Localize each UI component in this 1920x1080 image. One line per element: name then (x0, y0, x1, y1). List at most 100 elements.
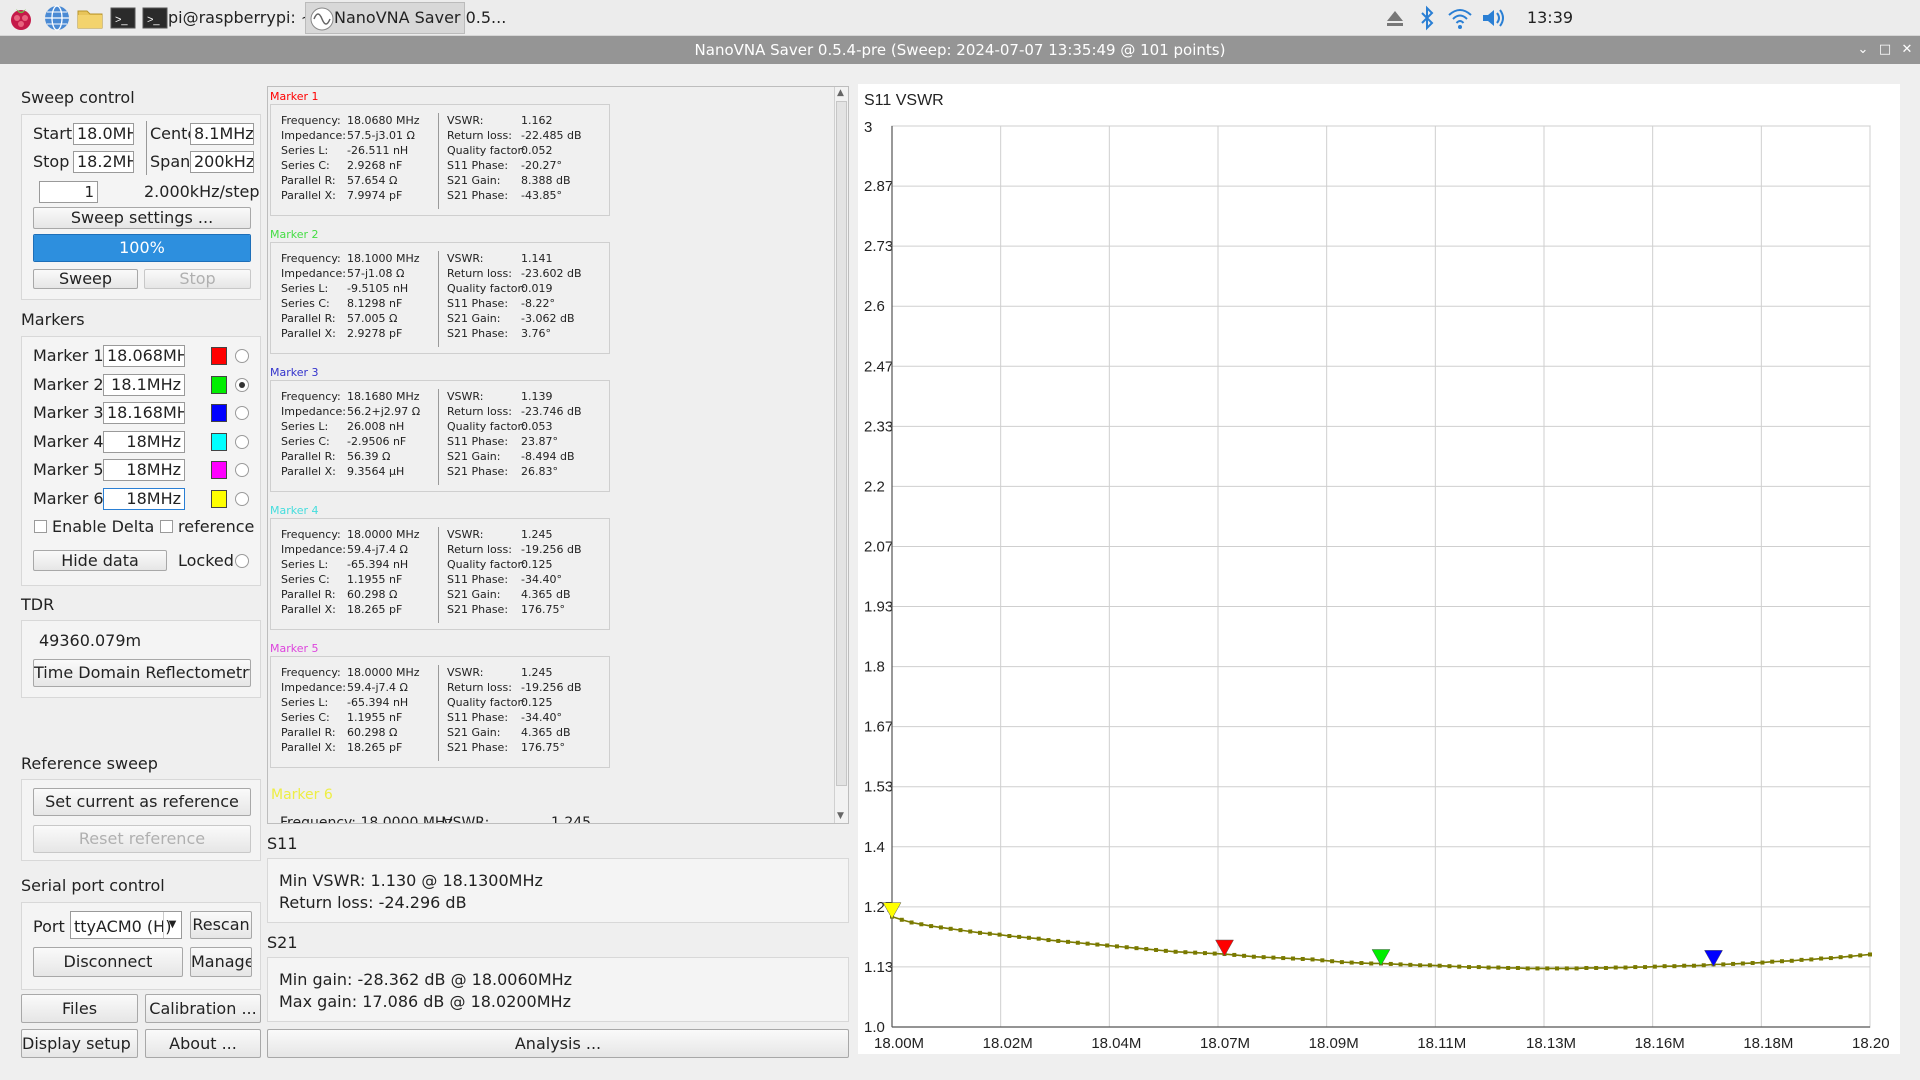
browser-icon[interactable] (42, 3, 72, 33)
scrollbar-thumb[interactable] (836, 101, 847, 786)
marker-field-value: 3.76° (521, 327, 551, 340)
minimize-icon[interactable]: ⌄ (1852, 36, 1874, 64)
scroll-down-icon[interactable]: ▼ (837, 811, 844, 821)
close-icon[interactable]: ✕ (1896, 36, 1918, 64)
marker-frequency-input[interactable]: 18MHz (103, 430, 185, 453)
marker-frequency-input[interactable]: 18.068MHz (103, 345, 185, 367)
marker-field-label: S21 Gain: (447, 450, 501, 463)
marker-field-value: 57.654 Ω (347, 174, 398, 187)
bluetooth-icon[interactable] (1412, 3, 1442, 33)
marker-frequency-input[interactable]: 18MHz (103, 459, 185, 481)
marker-select-radio[interactable] (235, 349, 249, 363)
volume-icon[interactable] (1478, 3, 1508, 33)
data-point (1545, 966, 1550, 971)
marker-field-label: Quality factor: (447, 558, 526, 571)
terminal-task-icon[interactable]: >_ (140, 3, 170, 33)
marker-color-swatch[interactable] (211, 432, 227, 451)
marker-field-label: S11 Phase: (447, 297, 509, 310)
data-point (938, 925, 943, 930)
marker-field-label: Frequency: (281, 390, 341, 403)
x-tick-label: 18.00M (874, 1035, 924, 1052)
wifi-icon[interactable] (1445, 3, 1475, 33)
marker-frequency-input[interactable]: 18.1MHz (103, 373, 185, 396)
calibration-button[interactable]: Calibration ... (145, 994, 261, 1023)
maximize-icon[interactable]: □ (1874, 36, 1896, 64)
hide-data-button[interactable]: Hide data (33, 550, 167, 571)
span-input[interactable]: 200kHz (190, 151, 254, 173)
tdr-group: 49360.079m Time Domain Reflectometry ... (21, 620, 261, 698)
s11-vswr-chart[interactable]: S11 VSWR 3 2.87 2.73 2.6 2.47 2.33 2.2 2.07 1.93… (858, 84, 1900, 1054)
marker-color-swatch[interactable] (211, 375, 227, 394)
window-titlebar[interactable]: NanoVNA Saver 0.5.4-pre (Sweep: 2024-07-… (0, 36, 1920, 64)
tdr-button[interactable]: Time Domain Reflectometry ... (33, 659, 251, 687)
data-point (1154, 947, 1159, 952)
display-setup-button[interactable]: Display setup ... (21, 1029, 138, 1058)
marker-select-radio[interactable] (235, 463, 249, 477)
about-button[interactable]: About ... (145, 1029, 261, 1058)
disconnect-button[interactable]: Disconnect (33, 947, 183, 977)
marker-field-label: S21 Gain: (447, 174, 501, 187)
data-point (1672, 964, 1677, 969)
data-point (1750, 961, 1755, 966)
y-tick-label: 2.33 (864, 418, 893, 435)
reset-reference-button[interactable]: Reset reference (33, 825, 251, 853)
y-tick-label: 1.0 (864, 1019, 885, 1036)
marker-frequency-input[interactable]: 18MHz (103, 487, 185, 510)
start-input[interactable]: 18.0MH (73, 123, 134, 145)
marker-field-value: 4.365 dB (521, 588, 571, 601)
data-point (1789, 958, 1794, 963)
locked-radio[interactable] (235, 554, 249, 568)
marker-field-value: -19.256 dB (521, 543, 582, 556)
enable-delta-checkbox[interactable] (34, 520, 47, 533)
scrollbar[interactable]: ▲ ▼ (834, 87, 848, 823)
marker-field-value: -26.511 nH (347, 144, 409, 157)
marker-select-radio[interactable] (235, 377, 249, 392)
file-manager-icon[interactable] (75, 3, 105, 33)
marker-select-radio[interactable] (235, 434, 249, 449)
marker-field-value: -34.40° (521, 711, 562, 724)
sweep-settings-button[interactable]: Sweep settings ... (33, 207, 251, 229)
marker-field-value: 1.141 (521, 252, 553, 265)
reference-checkbox[interactable] (160, 520, 173, 533)
terminal-icon[interactable]: >_ (108, 3, 138, 33)
eject-icon[interactable] (1380, 3, 1410, 33)
stop-button[interactable]: Stop (144, 269, 251, 289)
y-tick-label: 1.93 (864, 599, 893, 616)
sweep-button[interactable]: Sweep (33, 269, 138, 289)
taskbar-task-terminal[interactable]: pi@raspberrypi: ~/na... (168, 3, 355, 33)
files-button[interactable]: Files (21, 994, 138, 1023)
marker-select-radio[interactable] (235, 491, 249, 506)
data-point (1320, 958, 1325, 963)
taskbar-task-nanovna[interactable]: NanoVNA Saver 0.5... (305, 2, 506, 34)
marker-field-value: 2.9268 nF (347, 159, 403, 172)
segments-input[interactable]: 1 (39, 181, 98, 203)
scroll-up-icon[interactable]: ▲ (837, 88, 844, 98)
port-select[interactable]: ttyACM0 (H) ▼ (70, 911, 182, 939)
analysis-button[interactable]: Analysis ... (267, 1029, 849, 1058)
marker-field-label: S21 Gain: (447, 726, 501, 739)
data-point (1486, 965, 1491, 970)
rescan-button[interactable]: Rescan (190, 911, 252, 939)
x-tick-label: 18.16M (1635, 1035, 1685, 1052)
center-input[interactable]: 8.1MHz (190, 123, 254, 145)
marker-field-value: -23.602 dB (521, 267, 582, 280)
data-point (1359, 961, 1364, 966)
y-tick-label: 1.53 (864, 779, 893, 796)
marker-data-scroll-area[interactable]: Marker 1 Frequency: 18.0680 MHz VSWR: 1.162 I… (267, 86, 849, 824)
marker-select-radio[interactable] (235, 406, 249, 420)
data-point (1496, 965, 1501, 970)
marker-color-swatch[interactable] (211, 489, 227, 508)
marker-data-box: Frequency: 18.1680 MHz VSWR: 1.139 Impedance… (270, 380, 610, 492)
set-reference-button[interactable]: Set current as reference (33, 788, 251, 816)
marker-color-swatch[interactable] (211, 461, 227, 479)
marker-label: Marker 1 (33, 346, 104, 365)
raspberry-menu-icon[interactable] (6, 3, 36, 33)
stop-input[interactable]: 18.2MH (73, 151, 134, 173)
data-point (1036, 936, 1041, 941)
marker-frequency-input[interactable]: 18.168MHz (103, 402, 185, 424)
manage-button[interactable]: Manage (190, 947, 252, 977)
marker-color-swatch[interactable] (211, 347, 227, 365)
marker-field-value: 60.298 Ω (347, 726, 398, 739)
marker-field-value: 9.3564 µH (347, 465, 405, 478)
marker-color-swatch[interactable] (211, 404, 227, 422)
